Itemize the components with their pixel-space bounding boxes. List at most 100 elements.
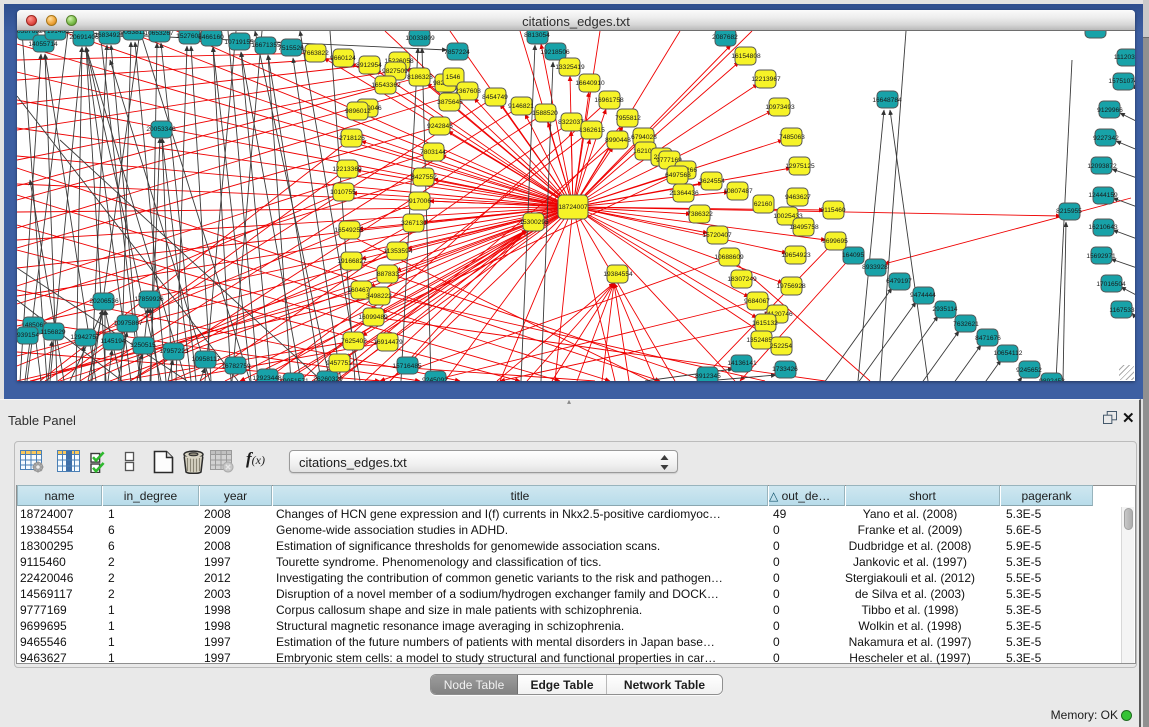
- svg-text:11120347: 11120347: [1114, 54, 1135, 61]
- svg-text:252254: 252254: [770, 343, 792, 350]
- svg-text:16671355: 16671355: [251, 42, 281, 49]
- svg-text:2367608: 2367608: [455, 88, 481, 95]
- svg-text:7803144: 7803144: [420, 149, 446, 156]
- svg-text:7191406: 7191406: [43, 31, 69, 35]
- svg-text:9245092: 9245092: [422, 377, 448, 381]
- svg-text:19051571: 19051571: [279, 378, 309, 381]
- svg-text:3498222: 3498222: [366, 293, 392, 300]
- svg-text:1156829: 1156829: [40, 329, 66, 336]
- svg-text:13325419: 13325419: [555, 64, 585, 71]
- svg-text:8454749: 8454749: [482, 94, 508, 101]
- svg-text:15300295: 15300295: [519, 219, 549, 226]
- svg-text:939154: 939154: [17, 332, 39, 339]
- svg-text:11124953: 11124953: [1081, 31, 1110, 33]
- svg-text:1145194: 1145194: [100, 338, 126, 345]
- svg-text:12975125: 12975125: [785, 163, 815, 170]
- svg-text:6479197: 6479197: [886, 278, 912, 285]
- svg-text:7515526: 7515526: [278, 45, 304, 52]
- svg-text:17859926: 17859926: [134, 296, 164, 303]
- svg-text:9896012: 9896012: [345, 108, 371, 115]
- svg-text:12213369: 12213369: [332, 166, 362, 173]
- svg-text:16543362: 16543362: [371, 82, 401, 89]
- svg-text:16154808: 16154808: [731, 53, 761, 60]
- svg-text:2087682: 2087682: [712, 34, 738, 41]
- svg-text:7625402: 7625402: [341, 338, 367, 345]
- svg-text:3624554: 3624554: [699, 178, 725, 185]
- svg-text:14136141: 14136141: [727, 360, 757, 367]
- svg-text:8186328: 8186328: [407, 74, 433, 81]
- svg-text:11353594: 11353594: [384, 248, 413, 255]
- svg-text:6497568: 6497568: [665, 172, 691, 179]
- svg-text:10033809: 10033809: [405, 35, 435, 42]
- svg-text:19384554: 19384554: [603, 271, 633, 278]
- svg-text:14055714: 14055714: [28, 41, 58, 48]
- svg-text:10654112: 10654112: [994, 350, 1023, 357]
- svg-text:1546: 1546: [446, 74, 461, 81]
- svg-text:16640910: 16640910: [575, 80, 605, 87]
- svg-text:9245652: 9245652: [1016, 367, 1042, 374]
- svg-text:16648784: 16648784: [872, 97, 902, 104]
- svg-text:7386322: 7386322: [687, 211, 713, 218]
- svg-text:20387682: 20387682: [17, 31, 43, 35]
- svg-text:10688609: 10688609: [714, 254, 744, 261]
- svg-text:3267130: 3267130: [401, 220, 427, 227]
- svg-text:7857224: 7857224: [444, 49, 470, 56]
- svg-text:6794028: 6794028: [631, 134, 657, 141]
- svg-text:8933928: 8933928: [862, 264, 888, 271]
- svg-text:10807487: 10807487: [723, 188, 753, 195]
- svg-text:7663822: 7663822: [303, 50, 329, 57]
- svg-text:10975867: 10975867: [113, 320, 143, 327]
- svg-text:1362615: 1362615: [579, 127, 605, 134]
- svg-text:16914479: 16914479: [373, 339, 403, 346]
- svg-text:10719155: 10719155: [224, 39, 254, 46]
- svg-text:18307249: 18307249: [727, 276, 757, 283]
- svg-text:12444159: 12444159: [1088, 192, 1118, 199]
- svg-text:2935114: 2935114: [932, 306, 958, 313]
- svg-text:8813054: 8813054: [524, 32, 550, 39]
- svg-text:17957223: 17957223: [159, 348, 189, 355]
- svg-text:15751074: 15751074: [1108, 78, 1135, 85]
- svg-text:1733426: 1733426: [772, 366, 798, 373]
- svg-text:9457751: 9457751: [326, 360, 352, 367]
- svg-text:9474444: 9474444: [910, 292, 936, 299]
- svg-text:7485063: 7485063: [779, 134, 805, 141]
- svg-text:10958117: 10958117: [192, 356, 221, 363]
- svg-text:6466160: 6466160: [198, 34, 224, 41]
- svg-text:16782759: 16782759: [221, 363, 251, 370]
- svg-text:8215955: 8215955: [1056, 208, 1082, 215]
- svg-text:10973493: 10973493: [765, 104, 795, 111]
- svg-text:18495758: 18495758: [789, 224, 819, 231]
- svg-text:15720407: 15720407: [702, 232, 732, 239]
- svg-text:9699695: 9699695: [822, 238, 848, 245]
- svg-text:7632621: 7632621: [953, 321, 979, 328]
- svg-text:887833: 887833: [377, 271, 399, 278]
- svg-text:20206536: 20206536: [89, 298, 119, 305]
- svg-text:917006: 917006: [409, 198, 431, 205]
- svg-text:12942757: 12942757: [70, 334, 100, 341]
- svg-text:12093872: 12093872: [1087, 163, 1117, 170]
- svg-text:9053811: 9053811: [120, 31, 146, 36]
- svg-text:20053346: 20053346: [146, 126, 176, 133]
- svg-text:8990448: 8990448: [605, 137, 631, 144]
- svg-text:15692971: 15692971: [1086, 253, 1116, 260]
- svg-text:164095: 164095: [842, 252, 864, 259]
- svg-text:10653267: 10653267: [144, 31, 174, 37]
- svg-text:17016504: 17016504: [1096, 281, 1126, 288]
- svg-text:19654923: 19654923: [781, 252, 811, 259]
- svg-text:9463627: 9463627: [785, 194, 811, 201]
- svg-text:9827509: 9827509: [382, 68, 408, 75]
- svg-text:26260320: 26260320: [313, 376, 343, 381]
- svg-text:7955812: 7955812: [615, 115, 641, 122]
- svg-text:16961758: 16961758: [594, 97, 624, 104]
- svg-text:16549255: 16549255: [334, 227, 364, 234]
- svg-text:16099489: 16099489: [358, 314, 388, 321]
- svg-text:8912345: 8912345: [695, 373, 721, 380]
- svg-text:1167533: 1167533: [1109, 307, 1135, 314]
- svg-text:8471676: 8471676: [975, 335, 1001, 342]
- svg-text:3875645: 3875645: [437, 99, 463, 106]
- svg-text:12213967: 12213967: [751, 76, 781, 83]
- svg-text:9146821: 9146821: [508, 103, 534, 110]
- svg-text:1250515: 1250515: [130, 342, 156, 349]
- svg-text:9115460: 9115460: [820, 207, 846, 214]
- svg-text:8427552: 8427552: [411, 174, 437, 181]
